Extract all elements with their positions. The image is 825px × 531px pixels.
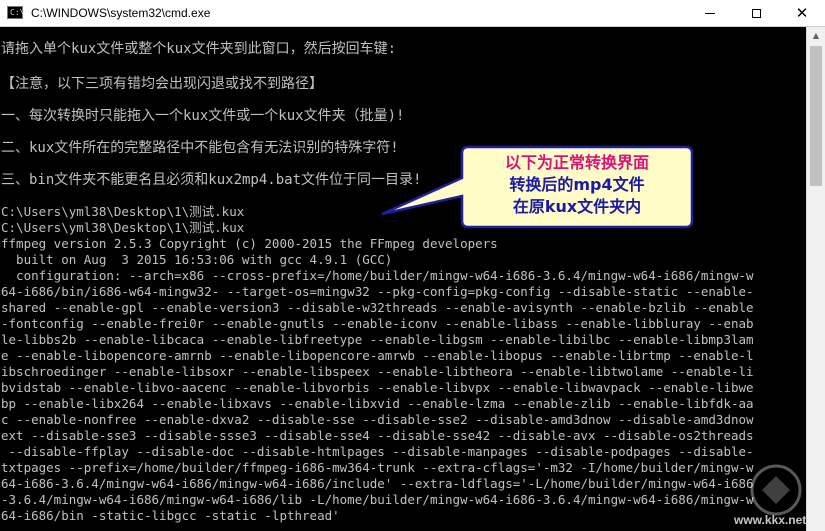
cmd-window: C:\ C:\WINDOWS\system32\cmd.exe ✕ 请拖入单个k… [0,0,825,531]
console-line: 64-i686/bin/i686-w64-mingw32- --target-o… [1,284,754,299]
title-bar[interactable]: C:\ C:\WINDOWS\system32\cmd.exe ✕ [0,0,825,27]
console-line: 一、每次转换时只能拖入一个kux文件或一个kux文件夹（批量)! [1,108,405,124]
cmd-icon: C:\ [7,6,24,19]
close-button[interactable]: ✕ [779,0,825,26]
console-line: 64-i686-3.6.4/mingw-w64-i686/mingw-w64-i… [1,476,754,491]
console-line: bvidstab --enable-libvo-aacenc --enable-… [1,380,754,395]
console-line: shared --enable-gpl --enable-version3 --… [1,300,754,315]
console-line: ibschroedinger --enable-libsoxr --enable… [1,364,754,379]
console-line: le-libbs2b --enable-libcaca --enable-lib… [1,332,754,347]
maximize-button[interactable] [733,0,779,26]
console-line: e --enable-libopencore-amrnb --enable-li… [1,348,754,363]
console-line: configuration: --arch=x86 --cross-prefix… [1,268,754,283]
console-line: 三、bin文件夹不能更名且必须和kux2mp4.bat文件位于同一目录! [1,172,422,188]
console-line: -3.6.4/mingw-w64-i686/mingw-w64-i686/lib… [1,492,754,507]
console-line: C:\Users\yml38\Desktop\1\测试.kux [1,220,245,235]
callout-line: 转换后的mp4文件 [509,175,645,194]
minimize-button[interactable] [687,0,733,26]
callout-text: 以下为正常转换界面 转换后的mp4文件 在原kux文件夹内 [463,152,691,218]
console-line: txtpages --prefix=/home/builder/ffmpeg-i… [1,460,754,475]
console-line: C:\Users\yml38\Desktop\1\测试.kux [1,204,245,219]
console-line: c --enable-nonfree --enable-dxva2 --disa… [1,412,754,427]
callout-line: 以下为正常转换界面 [504,153,649,172]
console-output[interactable]: 请拖入单个kux文件或整个kux文件夹到此窗口，然后按回车键: 【注意，以下三项… [0,27,806,531]
console-line: 【注意，以下三项有错均会出现闪退或找不到路径】 [1,76,323,92]
console-line: 二、kux文件所在的完整路径中不能包含有无法识别的特殊字符! [1,140,399,156]
console-line: ffmpeg version 2.5.3 Copyright (c) 2000-… [1,236,498,251]
maximize-icon [751,8,761,18]
vertical-scrollbar[interactable]: ▲ [806,27,825,531]
window-title: C:\WINDOWS\system32\cmd.exe [31,6,211,20]
console-line: --disable-ffplay --disable-doc --disable… [1,444,754,459]
watermark-text: www.kkx.net [734,513,807,527]
minimize-icon [705,12,715,14]
console-line: ext --disable-sse3 --disable-ssse3 --dis… [1,428,754,443]
console-line: -fontconfig --enable-frei0r --enable-gnu… [1,316,754,331]
close-icon: ✕ [795,3,809,22]
console-line: built on Aug 3 2015 16:53:06 with gcc 4.… [1,252,393,267]
console-line: 请拖入单个kux文件或整个kux文件夹到此窗口，然后按回车键: [1,41,396,57]
scroll-up-icon[interactable]: ▲ [807,27,825,44]
console-line: bp --enable-libx264 --enable-libxavs --e… [1,396,754,411]
callout-line: 在原kux文件夹内 [512,197,642,216]
console-line: 64-i686/bin -static-libgcc -static -lpth… [1,508,340,523]
scrollbar-thumb[interactable] [810,46,822,186]
